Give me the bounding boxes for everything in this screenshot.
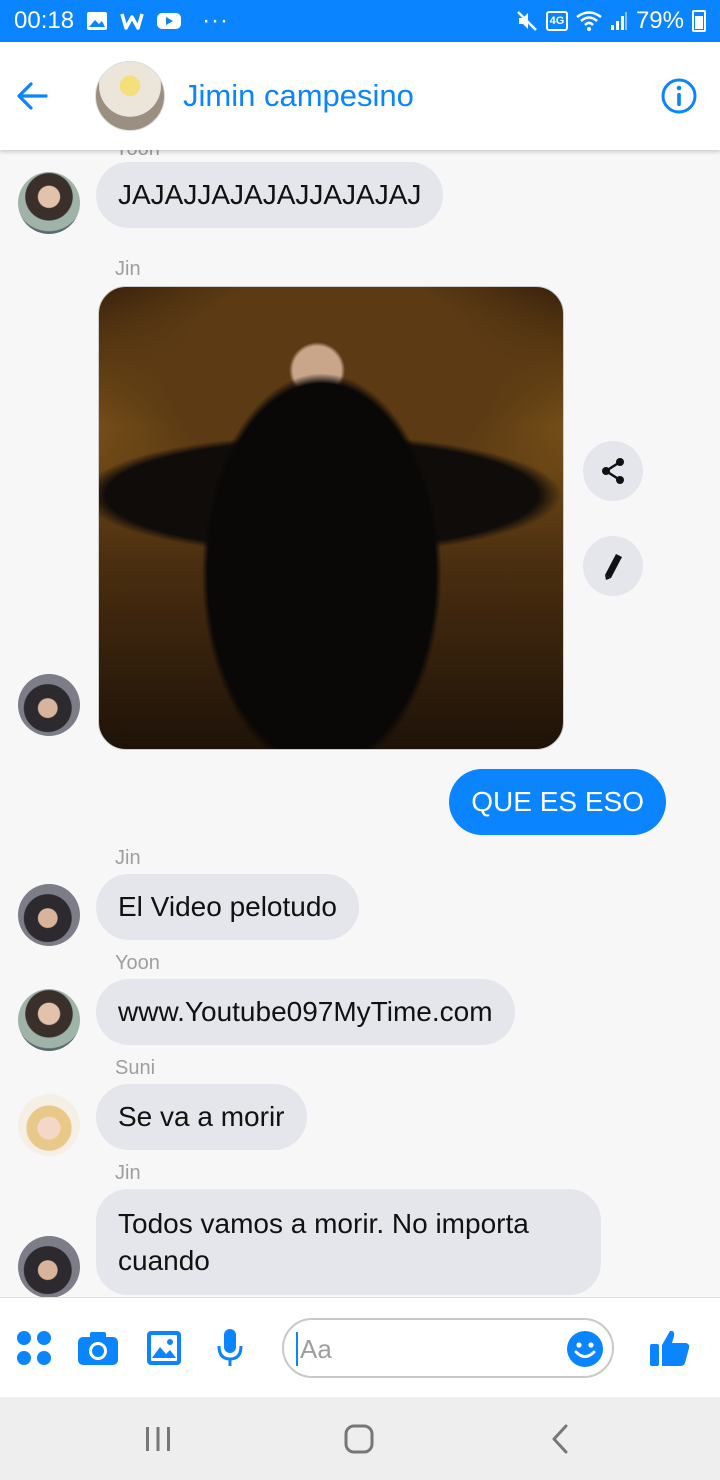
avatar-suni[interactable]	[18, 1094, 80, 1156]
volte-icon: 4G	[545, 11, 568, 31]
home-icon	[344, 1424, 374, 1454]
w-app-icon	[120, 11, 144, 31]
message-bubble-outgoing[interactable]: QUE ES ESO	[449, 769, 666, 835]
camera-icon	[78, 1332, 118, 1365]
more-actions-button[interactable]	[12, 1326, 56, 1370]
sender-name: Jin	[115, 847, 141, 869]
message-text: El Video pelotudo	[118, 891, 337, 922]
home-button[interactable]	[337, 1417, 381, 1461]
share-button[interactable]	[583, 441, 643, 501]
avatar-jin[interactable]	[18, 884, 80, 946]
avatar-yoon[interactable]	[18, 172, 80, 234]
recent-apps-button[interactable]	[136, 1417, 180, 1461]
sender-name: Suni	[115, 1057, 156, 1079]
sender-name: Yoon	[115, 952, 160, 974]
message-input-field[interactable]	[282, 1318, 614, 1378]
system-back-button[interactable]	[538, 1417, 582, 1461]
edit-button[interactable]	[583, 536, 643, 596]
message-list[interactable]: Yoon JAJAJJAJAJAJJAJAJAJ Jin QUE ES ESO …	[0, 150, 720, 1297]
avatar-jin[interactable]	[18, 674, 80, 736]
status-bar: 00:18 ··· 4G 79%	[0, 0, 720, 42]
conversation-header: Jimin campesino	[0, 42, 720, 150]
system-navigation-bar	[0, 1397, 720, 1480]
more-notifications-icon: ···	[202, 7, 230, 34]
back-button[interactable]	[2, 66, 62, 126]
recent-apps-icon	[146, 1427, 170, 1451]
chevron-left-icon	[552, 1424, 568, 1454]
message-bubble[interactable]: El Video pelotudo	[96, 874, 359, 940]
voice-button[interactable]	[208, 1326, 252, 1370]
video-attachment[interactable]	[98, 286, 564, 750]
message-text: JAJAJJAJAJAJJAJAJAJ	[118, 179, 422, 210]
thumbs-up-icon	[650, 1330, 690, 1366]
sender-name: Jin	[115, 258, 141, 280]
message-text: QUE ES ESO	[471, 786, 644, 817]
sender-name: Jin	[115, 1162, 141, 1184]
battery-icon	[692, 10, 706, 32]
message-text: Se va a morir	[118, 1101, 285, 1132]
battery-percent: 79%	[635, 7, 684, 34]
message-input[interactable]	[296, 1332, 566, 1366]
message-bubble[interactable]: JAJAJJAJAJAJJAJAJAJ	[96, 162, 444, 228]
emoji-icon[interactable]	[566, 1330, 604, 1368]
like-button[interactable]	[648, 1326, 692, 1370]
sender-name: Yoon	[115, 150, 160, 161]
info-button[interactable]	[658, 75, 700, 117]
message-text: www.Youtube097MyTime.com	[118, 996, 493, 1027]
message-bubble[interactable]: Se va a morir	[96, 1084, 307, 1150]
youtube-icon	[156, 11, 182, 31]
status-time: 00:18	[14, 7, 75, 34]
wifi-icon	[576, 11, 602, 31]
contact-avatar[interactable]	[95, 61, 165, 131]
four-dots-icon	[17, 1331, 51, 1365]
gallery-button[interactable]	[142, 1326, 186, 1370]
info-icon	[661, 78, 697, 114]
microphone-icon	[217, 1329, 243, 1366]
avatar-yoon[interactable]	[18, 989, 80, 1051]
camera-button[interactable]	[76, 1326, 120, 1370]
arrow-left-icon	[17, 82, 48, 110]
share-icon	[602, 458, 624, 484]
pencil-icon	[605, 554, 622, 580]
contact-name[interactable]: Jimin campesino	[183, 78, 414, 114]
signal-icon	[610, 11, 628, 31]
avatar-jin[interactable]	[18, 1236, 80, 1297]
gallery-icon	[86, 11, 108, 31]
message-composer	[0, 1297, 720, 1397]
message-bubble[interactable]: www.Youtube097MyTime.com	[96, 979, 515, 1045]
image-icon	[147, 1331, 181, 1365]
message-bubble[interactable]: Todos vamos a morir. No importa cuando	[96, 1189, 601, 1295]
mute-icon	[516, 10, 538, 32]
message-text: Todos vamos a morir. No importa cuando	[118, 1208, 529, 1276]
